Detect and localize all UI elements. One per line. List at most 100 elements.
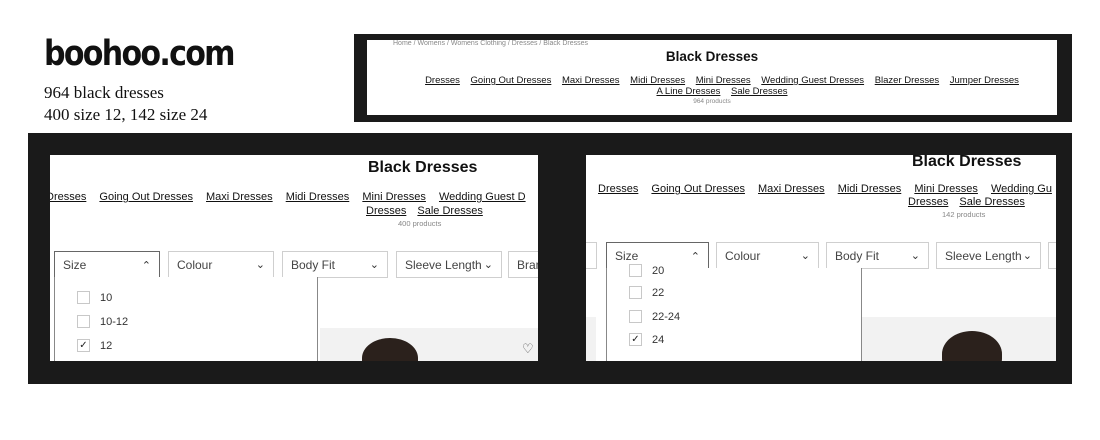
- product-image-area: [320, 328, 538, 361]
- screenshot-size-12: Black Dresses Dresses Going Out Dresses …: [50, 155, 538, 361]
- checkbox[interactable]: [77, 315, 90, 328]
- filter-label: Sleeve Length: [405, 257, 482, 272]
- breadcrumb[interactable]: Home / Womens / Womens Clothing / Dresse…: [393, 40, 588, 47]
- chevron-down-icon: ⌄: [586, 249, 588, 262]
- page-title: Black Dresses: [368, 159, 478, 176]
- page-title: Black Dresses: [912, 155, 1022, 170]
- size-option[interactable]: 10-12: [77, 315, 128, 328]
- category-links: Dresses Going Out Dresses Maxi Dresses M…: [415, 75, 1029, 97]
- category-links-row2: Dresses Sale Dresses: [366, 205, 491, 217]
- stat-total: 964 black dresses: [44, 83, 164, 102]
- category-link[interactable]: Mini Dresses: [914, 183, 978, 195]
- checkbox[interactable]: [77, 291, 90, 304]
- category-link[interactable]: Wedding Gu: [991, 183, 1052, 195]
- chevron-down-icon: ⌄: [255, 259, 265, 271]
- category-link[interactable]: Blazer Dresses: [875, 75, 939, 86]
- size-option[interactable]: 10: [77, 291, 112, 304]
- category-link[interactable]: Dresses: [366, 205, 406, 217]
- category-link[interactable]: Midi Dresses: [630, 75, 685, 86]
- category-link[interactable]: Sale Dresses: [731, 86, 788, 97]
- filter-partial[interactable]: ⌄: [586, 242, 597, 269]
- size-option[interactable]: ✓ 12: [77, 339, 112, 352]
- size-option[interactable]: 20: [629, 264, 664, 277]
- chevron-down-icon: ⌄: [483, 259, 493, 271]
- option-label: 22-24: [652, 310, 681, 323]
- chevron-down-icon: ⌄: [800, 250, 810, 262]
- category-link[interactable]: Mini Dresses: [362, 191, 426, 203]
- stat-sizes: 400 size 12, 142 size 24: [44, 105, 208, 124]
- category-link[interactable]: Wedding Guest D: [439, 191, 526, 203]
- size-option[interactable]: 22-24: [629, 310, 680, 323]
- option-label: 12: [100, 339, 113, 352]
- filter-sleeve-length[interactable]: Sleeve Length ⌄: [936, 242, 1041, 269]
- filter-label: Bran: [517, 257, 538, 272]
- category-link[interactable]: A Line Dresses: [656, 86, 720, 97]
- option-label: 10-12: [100, 315, 129, 328]
- category-link[interactable]: Going Out Dresses: [471, 75, 552, 86]
- product-count: 142 products: [942, 210, 986, 219]
- option-label: 20: [652, 264, 665, 277]
- category-link[interactable]: Mini Dresses: [696, 75, 751, 86]
- option-label: 22: [652, 286, 665, 299]
- filter-label: Size: [615, 249, 639, 263]
- filter-body-fit[interactable]: Body Fit ⌄: [826, 242, 929, 269]
- category-link[interactable]: Sale Dresses: [959, 196, 1024, 208]
- category-link[interactable]: Wedding Guest Dresses: [761, 75, 864, 86]
- category-link[interactable]: Dresses: [50, 191, 86, 203]
- category-link[interactable]: Going Out Dresses: [651, 183, 745, 195]
- filter-label: Colour: [725, 248, 761, 263]
- category-links: Dresses Going Out Dresses Maxi Dresses M…: [598, 183, 1056, 195]
- category-link[interactable]: Midi Dresses: [286, 191, 350, 203]
- chevron-up-icon: ⌃: [690, 250, 700, 263]
- checkbox[interactable]: [629, 310, 642, 323]
- brand-logo: boohoo.com: [44, 34, 236, 74]
- checkbox-checked[interactable]: ✓: [629, 333, 642, 346]
- filter-label: Body Fit: [835, 248, 880, 263]
- category-link[interactable]: Maxi Dresses: [562, 75, 620, 86]
- category-links-row2: Dresses Sale Dresses: [908, 196, 1033, 208]
- filter-label: Body Fit: [291, 257, 336, 272]
- product-image-area: [586, 317, 596, 361]
- category-link[interactable]: Maxi Dresses: [206, 191, 273, 203]
- category-link[interactable]: Jumper Dresses: [950, 75, 1019, 86]
- size-option[interactable]: ✓ 24: [629, 333, 664, 346]
- filter-partial-right[interactable]: [1048, 242, 1056, 269]
- screenshot-top: Home / Womens / Womens Clothing / Dresse…: [354, 34, 1072, 122]
- size-dropdown: 20 22 22-24 ✓ 24: [606, 264, 862, 361]
- category-link[interactable]: Sale Dresses: [417, 205, 482, 217]
- product-count: 964 products: [693, 98, 731, 105]
- filter-colour[interactable]: Colour ⌄: [168, 251, 274, 278]
- category-link[interactable]: Going Out Dresses: [99, 191, 193, 203]
- option-label: 10: [100, 291, 113, 304]
- option-label: 24: [652, 333, 665, 346]
- filter-colour[interactable]: Colour ⌄: [716, 242, 819, 269]
- filter-brand[interactable]: Bran: [508, 251, 538, 278]
- filter-label: Colour: [177, 257, 213, 272]
- filter-size[interactable]: Size ⌃: [54, 251, 160, 278]
- size-dropdown: 10 10-12 ✓ 12: [54, 277, 318, 361]
- category-links: Dresses Going Out Dresses Maxi Dresses M…: [50, 191, 536, 203]
- filter-label: Size: [63, 258, 87, 272]
- category-link[interactable]: Dresses: [425, 75, 460, 86]
- screenshot-size-24: Black Dresses Dresses Going Out Dresses …: [586, 155, 1056, 361]
- chevron-up-icon: ⌃: [141, 259, 151, 272]
- filter-body-fit[interactable]: Body Fit ⌄: [282, 251, 388, 278]
- chevron-down-icon: ⌄: [1022, 250, 1032, 262]
- category-link[interactable]: Dresses: [598, 183, 638, 195]
- category-link[interactable]: Dresses: [908, 196, 948, 208]
- filter-sleeve-length[interactable]: Sleeve Length ⌄: [396, 251, 502, 278]
- checkbox[interactable]: [629, 286, 642, 299]
- filter-label: Sleeve Length: [945, 248, 1022, 263]
- size-option[interactable]: 22: [629, 286, 664, 299]
- category-link[interactable]: Maxi Dresses: [758, 183, 825, 195]
- screenshot-top-page: Home / Womens / Womens Clothing / Dresse…: [367, 40, 1057, 115]
- category-link[interactable]: Midi Dresses: [838, 183, 902, 195]
- heart-icon[interactable]: ♡: [522, 341, 534, 357]
- page-title: Black Dresses: [665, 49, 759, 64]
- product-count: 400 products: [398, 219, 442, 228]
- chevron-down-icon: ⌄: [910, 250, 920, 262]
- screenshot-frame-bottom: Black Dresses Dresses Going Out Dresses …: [28, 133, 1072, 384]
- checkbox-checked[interactable]: ✓: [77, 339, 90, 352]
- chevron-down-icon: ⌄: [369, 259, 379, 271]
- checkbox[interactable]: [629, 264, 642, 277]
